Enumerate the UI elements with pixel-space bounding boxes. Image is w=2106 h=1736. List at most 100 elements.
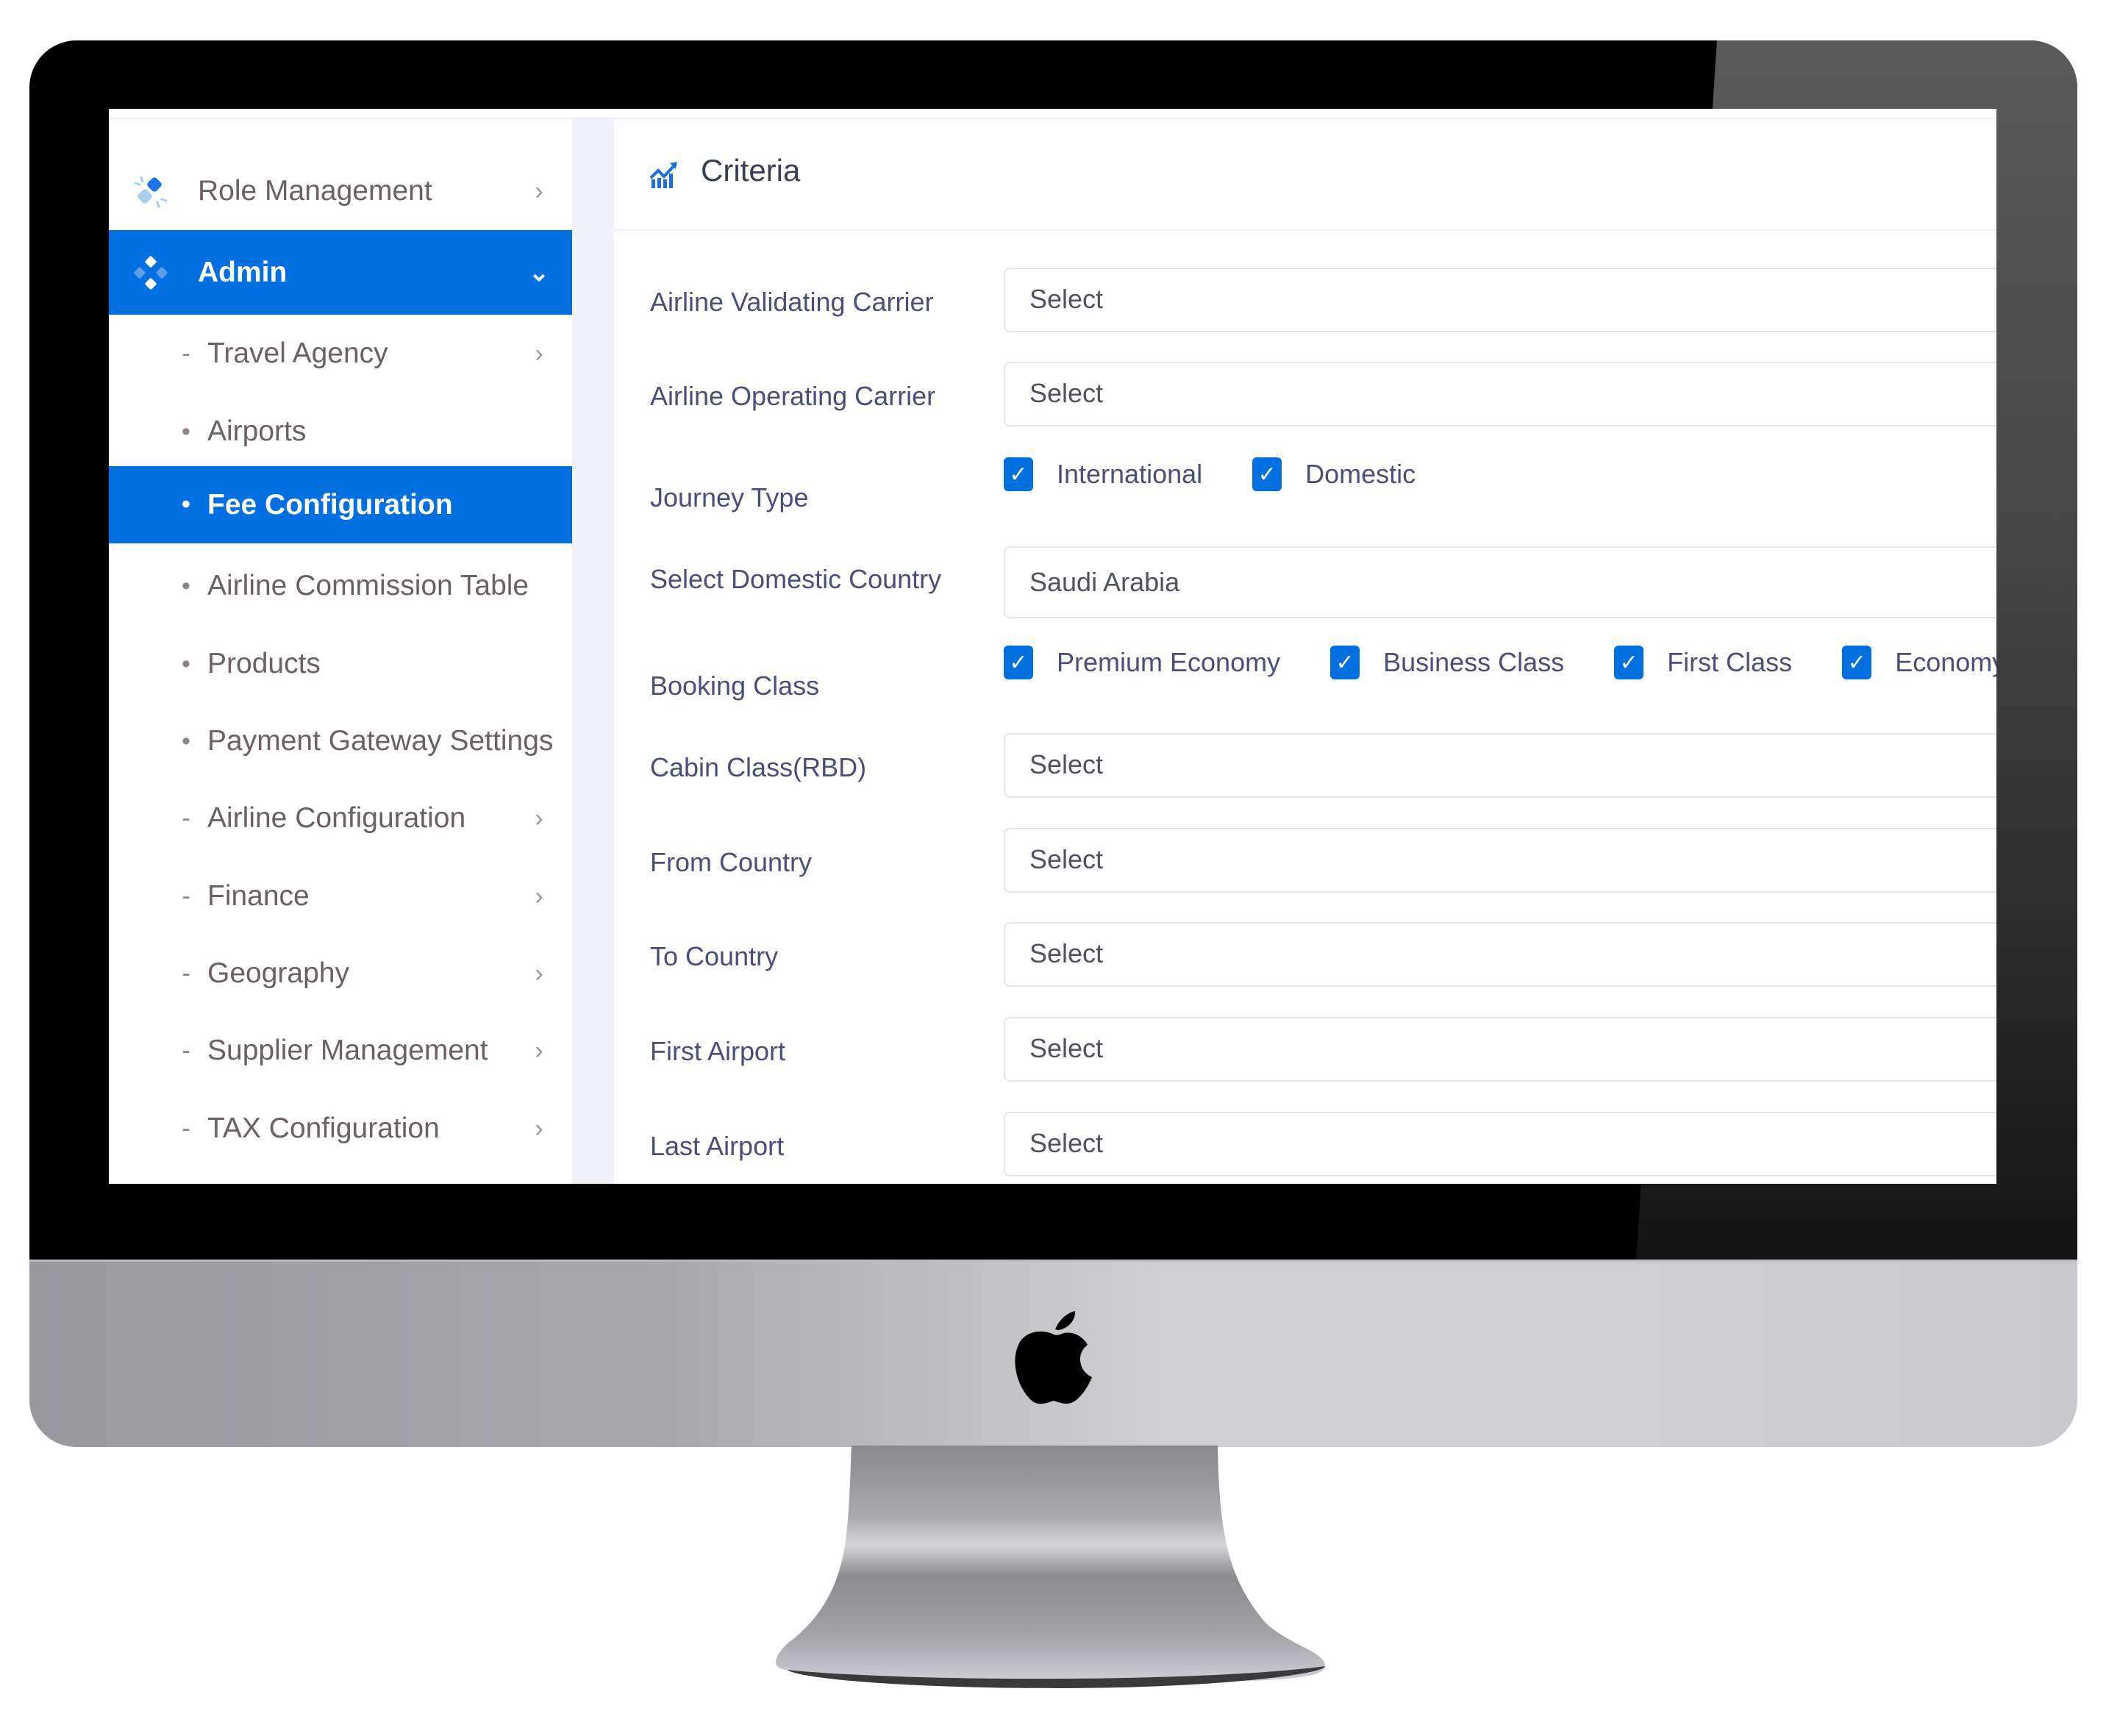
chevron-right-icon: › [535,339,543,368]
from-country-select[interactable]: Select [1004,828,1996,893]
sidebar-item-airline-commission-table[interactable]: • Airline Commission Table [109,547,572,625]
select-value: Select [1029,749,1104,779]
sidebar-item-label: Geography [207,957,349,989]
sidebar-item-role-management[interactable]: Role Management › [109,152,572,230]
sidebar-item-label: Products [207,648,321,679]
field-label: Cabin Class(RBD) [650,752,867,782]
select-value: Select [1029,378,1104,408]
select-value: Select [1029,938,1104,968]
checkbox-label: First Class [1667,647,1793,677]
dash-marker: - [182,882,190,910]
select-value: Select [1029,1128,1104,1158]
bullet-marker: • [182,571,190,600]
select-value: Select [1029,844,1104,874]
checkbox-business-class[interactable]: ✓ Business Class [1330,646,1564,679]
select-value: Select [1029,1033,1104,1063]
operating-carrier-select[interactable]: Select [1004,362,1996,426]
section-title: Criteria [701,153,801,187]
admin-diamonds-icon [134,255,168,290]
select-value: Saudi Arabia [1029,567,1180,597]
last-airport-select[interactable]: Select [1004,1112,1996,1176]
checkbox-first-class[interactable]: ✓ First Class [1614,646,1792,679]
field-label: Select Domestic Country [650,564,942,594]
select-value: Select [1029,284,1104,314]
sidebar-item-label: Payment Gateway Settings [207,725,554,757]
sidebar-item-travel-agency[interactable]: - Travel Agency › [109,315,572,393]
sidebar-item-airports[interactable]: • Airports [109,393,572,471]
sidebar-item-admin[interactable]: Admin ⌄ [109,230,572,315]
checkbox-checked-icon[interactable]: ✓ [1004,457,1033,491]
checkbox-checked-icon[interactable]: ✓ [1842,646,1872,679]
domestic-country-select[interactable]: Saudi Arabia ⌄ [1004,546,1996,618]
to-country-select[interactable]: Select [1004,922,1996,987]
dash-marker: - [182,959,190,987]
sidebar-item-fee-configuration[interactable]: • Fee Configuration [109,466,572,543]
bullet-marker: • [182,726,190,755]
dash-marker: - [182,804,190,832]
sidebar-item-tax-configuration[interactable]: - TAX Configuration › [109,1090,572,1168]
field-label: Airline Validating Carrier [650,287,934,317]
sidebar-item-finance[interactable]: - Finance › [109,857,572,935]
chevron-right-icon: › [535,176,543,205]
cabin-class-select[interactable]: Select [1004,733,1996,798]
sidebar-item-label: Admin [198,256,288,288]
chevron-right-icon: › [535,1036,543,1065]
sidebar-item-supplier-management[interactable]: - Supplier Management › [109,1012,572,1090]
sidebar-item-label: Travel Agency [207,337,388,369]
field-label: Journey Type [650,482,809,512]
sidebar-item-label: TAX Configuration [207,1112,440,1144]
chevron-right-icon: › [535,882,543,910]
checkbox-label: Business Class [1383,647,1565,677]
sidebar: Role Management › Admin ⌄ - Travel Agenc… [109,119,572,1184]
dash-marker: - [182,1036,190,1065]
checkbox-economy[interactable]: ✓ Economy [1842,646,1996,679]
sidebar-item-airline-configuration[interactable]: - Airline Configuration › [109,779,572,857]
checkbox-domestic[interactable]: ✓ Domestic [1252,457,1416,491]
field-label: Airline Operating Carrier [650,381,936,411]
journey-type-checkboxes: ✓ International ✓ Domestic [1004,457,1466,491]
validating-carrier-select[interactable]: Select [1004,268,1996,332]
dash-marker: - [182,339,190,368]
apple-logo-icon [1015,1311,1092,1404]
chevron-down-icon: ⌄ [1992,567,1996,593]
chevron-right-icon: › [535,959,543,987]
field-label: Last Airport [650,1131,785,1161]
chart-trend-icon [649,162,677,188]
field-label: From Country [650,847,813,877]
checkbox-checked-icon[interactable]: ✓ [1252,457,1282,491]
sidebar-item-products[interactable]: • Products [109,625,572,703]
field-label: First Airport [650,1036,786,1066]
checkbox-checked-icon[interactable]: ✓ [1004,646,1033,679]
checkbox-checked-icon[interactable]: ✓ [1614,646,1644,679]
sidebar-item-geography[interactable]: - Geography › [109,935,572,1012]
sidebar-gutter [572,119,614,1184]
role-management-icon [134,176,168,208]
checkbox-label: Domestic [1305,459,1416,489]
checkbox-checked-icon[interactable]: ✓ [1330,646,1360,679]
bullet-marker: • [182,490,190,518]
chevron-right-icon: › [535,1114,543,1143]
chevron-down-icon: ⌄ [528,258,550,287]
sidebar-item-label: Fee Configuration [207,488,453,521]
checkbox-label: International [1057,459,1203,489]
sidebar-item-label: Airline Configuration [207,802,466,834]
sidebar-item-label: Role Management [198,175,432,207]
first-airport-select[interactable]: Select [1004,1017,1996,1082]
field-label: To Country [650,941,779,971]
monitor-stand [776,1446,1325,1688]
criteria-header: Criteria [614,119,1996,231]
chevron-right-icon: › [535,804,543,832]
screen: Role Management › Admin ⌄ - Travel Agenc… [109,109,1996,1184]
booking-class-checkboxes: ✓ Premium Economy ✓ Business Class ✓ Fir… [1004,646,1996,679]
sidebar-item-label: Supplier Management [207,1035,488,1066]
sidebar-item-label: Airline Commission Table [207,570,529,601]
checkbox-premium-economy[interactable]: ✓ Premium Economy [1004,646,1280,679]
bullet-marker: • [182,417,190,446]
checkbox-label: Economy [1895,647,1996,677]
field-label: Booking Class [650,671,820,701]
sidebar-item-payment-gateway-settings[interactable]: • Payment Gateway Settings [109,702,572,780]
sidebar-item-label: Finance [207,880,310,912]
dash-marker: - [182,1114,190,1143]
checkbox-international[interactable]: ✓ International [1004,457,1202,491]
bullet-marker: • [182,649,190,678]
